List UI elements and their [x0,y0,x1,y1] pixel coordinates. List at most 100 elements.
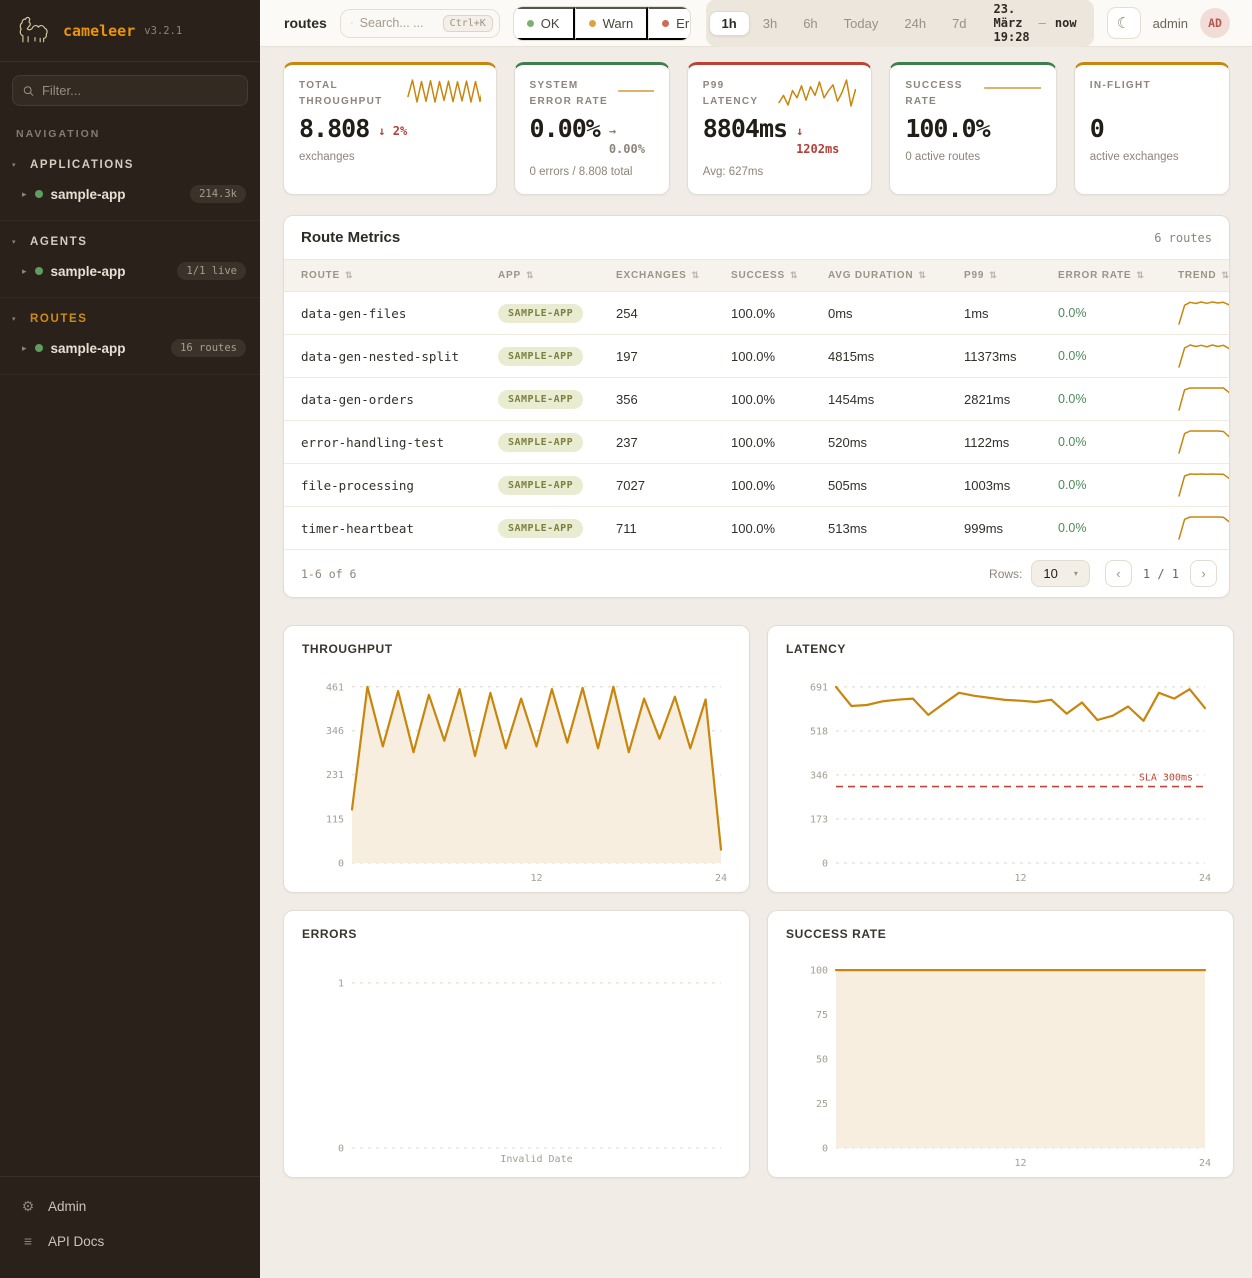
svg-text:461: 461 [326,682,344,693]
time-separator: — [1039,16,1046,30]
sidebar: cameleer v3.2.1 NAVIGATION ▾ APPLICATION… [0,0,260,1278]
route-name: file-processing [301,478,498,493]
time-to: now [1055,16,1077,30]
search-box[interactable]: Ctrl+K [340,9,500,38]
throughput-chart-card: THROUGHPUT 01152313464611224 [283,625,750,893]
column-header-error-rate[interactable]: ERROR RATE⇅ [1058,260,1178,291]
status-filter-warn[interactable]: Warn [575,7,649,40]
sidebar-header: cameleer v3.2.1 [0,0,260,62]
app-badge: SAMPLE-APP [498,433,583,452]
column-header-exchanges[interactable]: EXCHANGES⇅ [616,260,731,291]
latency-chart: 01733465186911224SLA 300ms [786,664,1215,889]
kpi-value: 8.808 [299,115,369,143]
route-name: data-gen-orders [301,392,498,407]
p99-value: 999ms [964,521,1058,536]
table-footer: 1-6 of 6 Rows: 10 ▾ ‹ 1 / 1 › [284,550,1229,597]
sort-icon: ⇅ [692,270,700,281]
group-label: AGENTS [30,236,88,248]
kpi-label: SUCCESS RATE [905,78,978,110]
svg-text:346: 346 [326,726,344,737]
sidebar-item-admin[interactable]: ⚙ Admin [14,1189,246,1224]
status-filter-ok[interactable]: OK [514,7,575,40]
keyboard-shortcut-badge: Ctrl+K [443,15,493,32]
sidebar-item-api-docs[interactable]: ≡ API Docs [14,1224,246,1258]
column-header-app[interactable]: APP⇅ [498,260,616,291]
kpi-subtitle: active exchanges [1090,151,1214,163]
item-label: sample-app [51,264,170,279]
group-header-applications[interactable]: ▾ APPLICATIONS [0,150,260,178]
kpi-label: TOTAL THROUGHPUT [299,78,401,110]
group-header-routes[interactable]: ▾ ROUTES [0,304,260,332]
navigation-label: NAVIGATION [0,110,260,144]
kpi-delta: ↓ 2% [378,122,407,140]
svg-text:50: 50 [816,1055,828,1066]
search-input[interactable] [360,16,436,30]
svg-text:24: 24 [1199,873,1211,884]
range-button-today[interactable]: Today [831,11,892,36]
status-filter-label: OK [541,16,560,31]
trend-sparkline [1178,472,1230,498]
kpi-subtitle: Avg: 627ms [703,166,857,178]
sidebar-item-sample-app-agent[interactable]: ▸ sample-app 1/1 live [0,255,260,287]
route-name: data-gen-nested-split [301,349,498,364]
svg-text:SLA 300ms: SLA 300ms [1139,773,1193,784]
svg-text:12: 12 [1014,1158,1026,1169]
svg-text:691: 691 [810,682,828,693]
error-rate-value: 0.0% [1058,306,1178,320]
range-button-6h[interactable]: 6h [790,11,830,36]
range-button-24h[interactable]: 24h [891,11,939,36]
range-button-1h[interactable]: 1h [709,11,750,36]
sparkline [618,78,653,104]
column-header-avg-duration[interactable]: AVG DURATION⇅ [828,260,964,291]
chevron-left-icon: ‹ [1116,566,1120,581]
table-row[interactable]: error-handling-test SAMPLE-APP 237 100.0… [284,421,1229,464]
svg-text:518: 518 [810,727,828,738]
rows-per-page-select[interactable]: 10 ▾ [1031,560,1089,587]
kpi-value: 8804ms [703,115,787,143]
panel-title: Route Metrics [301,229,400,246]
moon-icon: ☾ [1117,14,1130,32]
table-row[interactable]: file-processing SAMPLE-APP 7027 100.0% 5… [284,464,1229,507]
table-row[interactable]: data-gen-nested-split SAMPLE-APP 197 100… [284,335,1229,378]
status-filter-error[interactable]: Error [648,7,690,40]
p99-value: 2821ms [964,392,1058,407]
time-range-group: 1h 3h 6h Today 24h 7d 23. März 19:28 — n… [706,0,1094,47]
svg-text:12: 12 [1014,873,1026,884]
kpi-subtitle: exchanges [299,151,481,163]
exchanges-value: 197 [616,349,731,364]
sort-icon: ⇅ [790,270,798,281]
avg-duration-value: 0ms [828,306,964,321]
column-header-route[interactable]: ROUTE⇅ [301,260,498,291]
kpi-card-total-throughput: TOTAL THROUGHPUT 8.808 ↓ 2% exchanges [283,62,497,195]
status-dot [35,267,43,275]
sidebar-item-sample-app-routes[interactable]: ▸ sample-app 16 routes [0,332,260,364]
app-badge: SAMPLE-APP [498,347,583,366]
column-header-success[interactable]: SUCCESS⇅ [731,260,828,291]
theme-toggle-button[interactable]: ☾ [1107,7,1141,39]
search-icon [351,17,353,29]
prev-page-button[interactable]: ‹ [1105,560,1132,587]
avatar[interactable]: AD [1200,8,1230,38]
avg-duration-value: 505ms [828,478,964,493]
trend-sparkline [1178,515,1230,541]
avg-duration-value: 513ms [828,521,964,536]
sidebar-item-sample-app-application[interactable]: ▸ sample-app 214.3k [0,178,260,210]
svg-text:Invalid Date: Invalid Date [500,1154,572,1165]
errors-chart-card: ERRORS 01Invalid Date [283,910,750,1178]
table-row[interactable]: data-gen-files SAMPLE-APP 254 100.0% 0ms… [284,292,1229,335]
table-row[interactable]: timer-heartbeat SAMPLE-APP 711 100.0% 51… [284,507,1229,550]
group-header-agents[interactable]: ▾ AGENTS [0,227,260,255]
range-button-7d[interactable]: 7d [939,11,979,36]
pagination-range: 1-6 of 6 [301,567,989,581]
column-header-p99[interactable]: P99⇅ [964,260,1058,291]
range-button-3h[interactable]: 3h [750,11,790,36]
exchanges-value: 7027 [616,478,731,493]
filter-box[interactable] [12,75,248,106]
count-badge: 214.3k [190,185,246,203]
filter-input[interactable] [42,83,237,98]
next-page-button[interactable]: › [1190,560,1217,587]
table-row[interactable]: data-gen-orders SAMPLE-APP 356 100.0% 14… [284,378,1229,421]
error-rate-value: 0.0% [1058,392,1178,406]
kpi-subtitle: 0 errors / 8.808 total [530,166,654,178]
column-header-trend[interactable]: TREND⇅ [1178,260,1230,291]
